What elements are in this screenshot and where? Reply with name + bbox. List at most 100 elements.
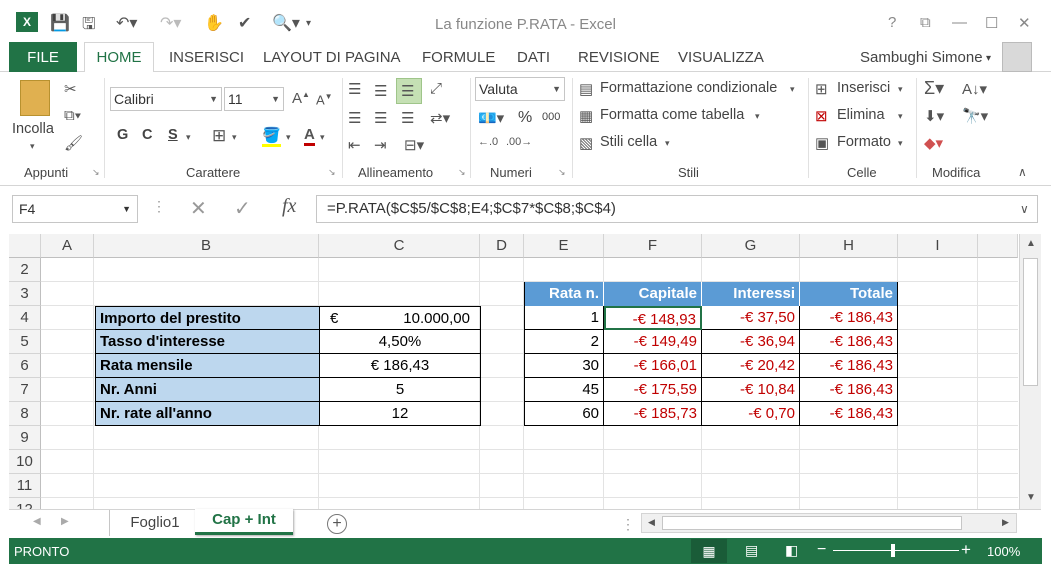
scroll-right-icon[interactable]: ▶	[1002, 517, 1009, 528]
col-header-j[interactable]	[978, 234, 1018, 258]
tabs-splitter-icon[interactable]: ⋮	[621, 516, 635, 533]
next-sheet-icon[interactable]: ▶	[61, 516, 69, 527]
pay-cell-interessi[interactable]: -€ 10,84	[702, 378, 800, 402]
horizontal-scrollbar[interactable]: ◀ ▶	[641, 513, 1017, 533]
pay-cell-interessi[interactable]: -€ 0,70	[702, 402, 800, 426]
pay-header-rata[interactable]: Rata n.	[524, 282, 604, 306]
vertical-scrollbar[interactable]: ▲ ▼	[1019, 234, 1041, 509]
merge-center-icon[interactable]: ⊟▾	[404, 136, 424, 154]
col-header-h[interactable]: H	[800, 234, 898, 258]
tab-visualizza[interactable]: VISUALIZZA	[678, 49, 764, 66]
fill-dropdown-icon[interactable]: ▾	[286, 132, 291, 143]
user-dropdown-icon[interactable]: ▾	[986, 53, 991, 64]
loan-label-anni[interactable]: Nr. Anni	[95, 378, 320, 402]
loan-value-tasso[interactable]: 4,50%	[320, 330, 481, 354]
cut-icon[interactable]: ✂	[64, 80, 77, 98]
normal-view-button[interactable]: ▦	[691, 539, 727, 563]
numeri-launcher-icon[interactable]: ↘	[558, 167, 566, 178]
pay-cell-totale[interactable]: -€ 186,43	[800, 306, 898, 330]
col-header-g[interactable]: G	[702, 234, 800, 258]
font-size-select[interactable]: 11 ▼	[224, 87, 284, 111]
confirm-entry-icon[interactable]: ✓	[234, 196, 251, 221]
page-layout-icon[interactable]: ▤	[745, 542, 758, 559]
increase-decimal-icon[interactable]: ←.0	[478, 136, 498, 148]
pay-cell-capitale[interactable]: -€ 175,59	[604, 378, 702, 402]
cell-styles-icon[interactable]: ▧	[579, 134, 593, 152]
page-break-icon[interactable]: ◧	[785, 542, 798, 559]
pay-cell-totale[interactable]: -€ 186,43	[800, 354, 898, 378]
col-header-i[interactable]: I	[898, 234, 978, 258]
col-header-c[interactable]: C	[319, 234, 480, 258]
cell-styles-button[interactable]: Stili cella	[600, 134, 657, 150]
pay-cell-rata[interactable]: 30	[524, 354, 604, 378]
row-header[interactable]: 12	[9, 498, 41, 509]
scroll-up-icon[interactable]: ▲	[1026, 238, 1036, 249]
close-button[interactable]: ✕	[1018, 14, 1031, 32]
sheet-tab-cap-int[interactable]: Cap + Int	[195, 509, 293, 535]
loan-value-rata[interactable]: € 186,43	[320, 354, 481, 378]
pay-cell-totale[interactable]: -€ 186,43	[800, 378, 898, 402]
pay-cell-rata[interactable]: 45	[524, 378, 604, 402]
loan-label-rata[interactable]: Rata mensile	[95, 354, 320, 378]
tab-home[interactable]: HOME	[84, 42, 154, 73]
row-header[interactable]: 2	[9, 258, 41, 282]
insert-cells-icon[interactable]: ⊞	[815, 80, 828, 98]
underline-dropdown-icon[interactable]: ▾	[186, 132, 191, 143]
insert-button[interactable]: Inserisci	[837, 80, 890, 96]
ribbon-display-icon[interactable]: ⧉	[920, 14, 931, 31]
col-header-f[interactable]: F	[604, 234, 702, 258]
clear-icon[interactable]: ◆▾	[924, 134, 943, 152]
orientation-icon[interactable]: ⤢	[430, 80, 442, 97]
prev-sheet-icon[interactable]: ◀	[33, 516, 41, 527]
pay-cell-totale[interactable]: -€ 186,43	[800, 402, 898, 426]
italic-button[interactable]: C	[142, 127, 152, 143]
fill-icon[interactable]: ⬇▾	[924, 107, 944, 125]
row-header[interactable]: 5	[9, 330, 41, 354]
format-dropdown-icon[interactable]: ▾	[898, 138, 903, 149]
select-all-corner[interactable]	[9, 234, 41, 258]
row-header[interactable]: 3	[9, 282, 41, 306]
format-table-dropdown-icon[interactable]: ▾	[755, 111, 760, 122]
pay-cell-rata[interactable]: 2	[524, 330, 604, 354]
pay-cell-rata[interactable]: 1	[524, 306, 604, 330]
tab-revisione[interactable]: REVISIONE	[578, 49, 660, 66]
paste-icon[interactable]	[20, 80, 50, 116]
scroll-left-icon[interactable]: ◀	[648, 517, 655, 528]
col-header-d[interactable]: D	[480, 234, 524, 258]
scroll-down-icon[interactable]: ▼	[1026, 492, 1036, 503]
find-icon[interactable]: 🔭▾	[962, 107, 988, 125]
percent-button[interactable]: %	[518, 109, 532, 127]
row-header[interactable]: 10	[9, 450, 41, 474]
format-button[interactable]: Formato	[837, 134, 891, 150]
name-box[interactable]: F4 ▼	[12, 195, 138, 223]
bold-button[interactable]: G	[117, 127, 128, 143]
cell-styles-dropdown-icon[interactable]: ▾	[665, 138, 670, 149]
pay-cell-capitale[interactable]: -€ 149,49	[604, 330, 702, 354]
zoom-in-icon[interactable]: +	[961, 540, 971, 560]
col-header-e[interactable]: E	[524, 234, 604, 258]
tab-inserisci[interactable]: INSERISCI	[169, 49, 244, 66]
align-center-icon[interactable]: ☰	[374, 109, 387, 127]
pay-cell-capitale[interactable]: -€ 148,93	[604, 306, 702, 330]
expand-formula-icon[interactable]: ∨	[1020, 202, 1029, 216]
sort-filter-icon[interactable]: A↓▾	[962, 80, 987, 98]
row-header[interactable]: 4	[9, 306, 41, 330]
zoom-level[interactable]: 100%	[987, 544, 1020, 559]
borders-dropdown-icon[interactable]: ▾	[232, 132, 237, 143]
tab-formule[interactable]: FORMULE	[422, 49, 495, 66]
sheet-tab-foglio1[interactable]: Foglio1	[117, 512, 193, 534]
loan-label-tasso[interactable]: Tasso d'interesse	[95, 330, 320, 354]
row-header[interactable]: 7	[9, 378, 41, 402]
col-header-b[interactable]: B	[94, 234, 319, 258]
align-right-icon[interactable]: ☰	[401, 109, 414, 127]
loan-value-importo[interactable]: € 10.000,00	[320, 306, 481, 330]
collapse-ribbon-icon[interactable]: ∧	[1018, 165, 1027, 179]
pay-header-totale[interactable]: Totale	[800, 282, 898, 306]
pay-cell-interessi[interactable]: -€ 36,94	[702, 330, 800, 354]
tab-file[interactable]: FILE	[9, 42, 77, 73]
format-painter-icon[interactable]: 🖌	[64, 134, 83, 152]
loan-value-anni[interactable]: 5	[320, 378, 481, 402]
zoom-slider-thumb[interactable]	[891, 544, 895, 557]
number-format-select[interactable]: Valuta ▼	[475, 77, 565, 101]
tab-dati[interactable]: DATI	[517, 49, 550, 66]
